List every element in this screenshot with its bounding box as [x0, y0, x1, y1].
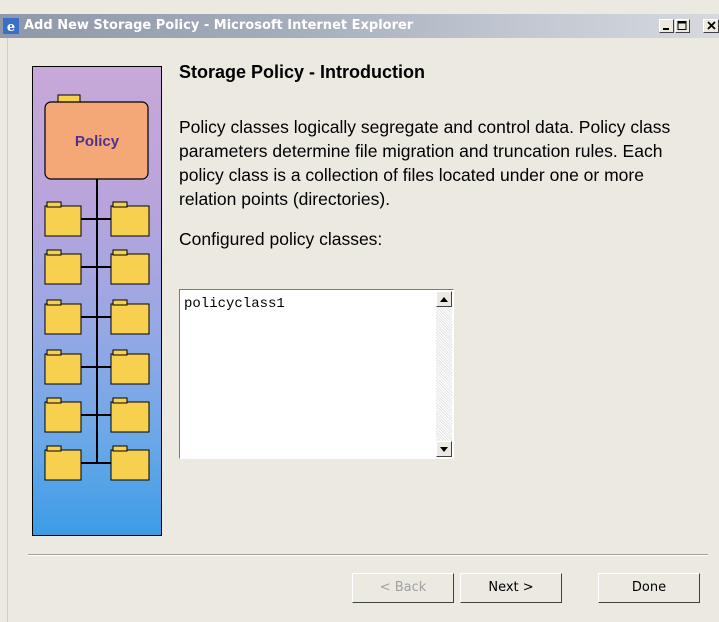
scroll-down-button[interactable] [436, 441, 452, 457]
maximize-icon [677, 21, 687, 30]
policy-illustration: Policy [32, 66, 162, 536]
scroll-up-button[interactable] [436, 291, 452, 307]
window-title: Add New Storage Policy - Microsoft Inter… [24, 18, 414, 33]
arrow-up-icon [440, 296, 448, 302]
intro-description: Policy classes logically segregate and c… [179, 117, 671, 209]
back-button[interactable]: < Back [352, 573, 454, 603]
minimize-icon [663, 28, 669, 30]
list-item[interactable]: policyclass1 [184, 296, 285, 312]
policy-classes-listbox[interactable]: policyclass1 [179, 289, 454, 459]
internet-explorer-icon: e [3, 18, 19, 34]
listbox-scrollbar[interactable] [436, 291, 452, 457]
next-button[interactable]: Next > [460, 573, 562, 603]
minimize-button[interactable] [659, 19, 674, 33]
footer-divider [28, 554, 708, 556]
done-button[interactable]: Done [598, 573, 700, 603]
configured-classes-label: Configured policy classes: [179, 229, 383, 249]
title-bar[interactable]: e Add New Storage Policy - Microsoft Int… [0, 14, 719, 38]
close-button[interactable] [703, 19, 719, 33]
policy-tree-illustration: Policy [44, 94, 150, 481]
close-icon [706, 21, 716, 30]
browser-window: e Add New Storage Policy - Microsoft Int… [0, 0, 719, 622]
arrow-down-icon [440, 446, 448, 452]
policy-box-label: Policy [75, 133, 120, 150]
svg-text:e: e [7, 20, 15, 34]
window-left-edge [0, 38, 8, 622]
page-title: Storage Policy - Introduction [179, 62, 426, 82]
maximize-button[interactable] [675, 19, 690, 33]
